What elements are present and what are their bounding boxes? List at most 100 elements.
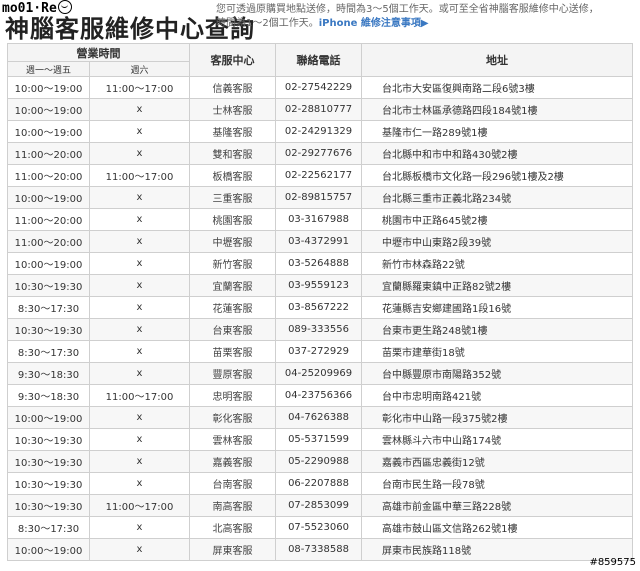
cell-saturday: x [89,362,190,385]
cell-phone: 04-25209969 [275,362,362,385]
cell-saturday: x [89,186,190,209]
table-row: 10:00～19:00 x 基隆客服 02-24291329 基隆市仁一路289號1樓 [7,120,633,143]
cell-address: 新竹市林森路22號 [361,252,633,275]
cell-center: 板橋客服 [189,164,276,187]
cell-saturday: x [89,472,190,495]
weekday-header: 週一～週五 [7,61,90,77]
cell-address: 高雄市前金區中華三路228號 [361,494,633,517]
cell-weekday: 10:00～19:00 [7,98,90,121]
cell-address: 台東市更生路248號1樓 [361,318,633,341]
cell-phone: 02-28810777 [275,98,362,121]
note-line-2-text: 時間為1～2個工作天。 [216,18,319,29]
cell-phone: 02-29277676 [275,142,362,165]
table-row: 10:30～19:30 x 嘉義客服 05-2290988 嘉義市西區忠義街12號 [7,450,633,473]
cell-address: 中壢市中山東路2段39號 [361,230,633,253]
cell-weekday: 10:30～19:30 [7,472,90,495]
cell-weekday: 10:00～19:00 [7,186,90,209]
cell-saturday: x [89,406,190,429]
cell-saturday: 11:00～17:00 [89,384,190,407]
repair-note: 您可透過原購買地點送修，時間為3～5個工作天。或可至全省神腦客服維修中心送修， … [216,3,599,31]
cell-address: 台北市士林區承德路四段184號1樓 [361,98,633,121]
cell-weekday: 11:00～20:00 [7,208,90,231]
table-row: 11:00～20:00 x 桃園客服 03-3167988 桃園市中正路645號2樓 [7,208,633,231]
cell-weekday: 11:00～20:00 [7,230,90,253]
cell-address: 桃園市中正路645號2樓 [361,208,633,231]
note-line-1: 您可透過原購買地點送修，時間為3～5個工作天。或可至全省神腦客服維修中心送修， [216,4,599,15]
cell-address: 雲林縣斗六市中山路174號 [361,428,633,451]
cell-phone: 03-4372991 [275,230,362,253]
iphone-link-text: iPhone 維修注意事項 [318,18,421,29]
cell-center: 中壢客服 [189,230,276,253]
cell-weekday: 8:30～17:30 [7,296,90,319]
table-row: 8:30～17:30 x 苗栗客服 037-272929 苗栗市建華街18號 [7,340,633,363]
watermark: #859575 [589,557,636,568]
iphone-repair-notes-link[interactable]: iPhone 維修注意事項▶ [319,18,429,29]
cell-address: 台北縣三重市正義北路234號 [361,186,633,209]
cell-weekday: 11:00～20:00 [7,142,90,165]
cell-weekday: 8:30～17:30 [7,340,90,363]
table-row: 11:00～20:00 x 中壢客服 03-4372991 中壢市中山東路2段39號 [7,230,633,253]
page-header: mo01·Re 神腦客服維修中心查詢 您可透過原購買地點送修，時間為3～5個工作… [0,0,640,43]
cell-saturday: x [89,538,190,561]
cell-address: 台南市民生路一段78號 [361,472,633,495]
cell-weekday: 9:30～18:30 [7,384,90,407]
cell-saturday: x [89,318,190,341]
table-row: 9:30～18:30 x 豐原客服 04-25209969 台中縣豐原市南陽路352號 [7,362,633,385]
cell-center: 豐原客服 [189,362,276,385]
cell-weekday: 10:00～19:00 [7,252,90,275]
cell-weekday: 11:00～20:00 [7,164,90,187]
table-row: 10:30～19:30 x 宜蘭客服 03-9559123 宜蘭縣羅東鎮中正路82號2樓 [7,274,633,297]
cell-center: 信義客服 [189,76,276,99]
table-row: 9:30～18:30 11:00～17:00 忠明客服 04-23756366 台中市忠… [7,384,633,407]
cell-phone: 02-89815757 [275,186,362,209]
cell-phone: 02-24291329 [275,120,362,143]
cell-saturday: x [89,120,190,143]
service-center-table: 營業時間 客服中心 聯絡電話 地址 週一～週五 週六 10:00～19:00 11… [7,43,633,561]
cell-phone: 04-7626388 [275,406,362,429]
cell-center: 雲林客服 [189,428,276,451]
cell-address: 苗栗市建華街18號 [361,340,633,363]
cell-phone: 03-3167988 [275,208,362,231]
cell-phone: 089-333556 [275,318,362,341]
cell-phone: 06-2207888 [275,472,362,495]
cell-saturday: x [89,230,190,253]
table-row: 10:00～19:00 x 士林客服 02-28810777 台北市士林區承德路四段18… [7,98,633,121]
phone-header: 聯絡電話 [275,43,362,77]
note-line-2: 時間為1～2個工作天。iPhone 維修注意事項▶ [216,17,599,31]
cell-phone: 02-27542229 [275,76,362,99]
cell-phone: 07-5523060 [275,516,362,539]
cell-address: 台北市大安區復興南路二段6號3樓 [361,76,633,99]
cell-saturday: x [89,142,190,165]
cell-weekday: 10:30～19:30 [7,318,90,341]
cell-saturday: 11:00～17:00 [89,76,190,99]
cell-center: 新竹客服 [189,252,276,275]
cell-center: 屏東客服 [189,538,276,561]
cell-center: 台南客服 [189,472,276,495]
table-row: 10:30～19:30 x 雲林客服 05-5371599 雲林縣斗六市中山路174號 [7,428,633,451]
cell-phone: 05-5371599 [275,428,362,451]
cell-phone: 03-5264888 [275,252,362,275]
cell-saturday: x [89,516,190,539]
cell-saturday: x [89,428,190,451]
table-row: 10:30～19:30 x 台南客服 06-2207888 台南市民生路一段78號 [7,472,633,495]
cell-center: 雙和客服 [189,142,276,165]
cell-address: 彰化市中山路一段375號2樓 [361,406,633,429]
cell-weekday: 10:00～19:00 [7,406,90,429]
table-row: 10:00～19:00 x 彰化客服 04-7626388 彰化市中山路一段375號2樓 [7,406,633,429]
hours-header: 營業時間 [7,43,190,62]
cell-center: 北高客服 [189,516,276,539]
cell-weekday: 9:30～18:30 [7,362,90,385]
cell-phone: 03-9559123 [275,274,362,297]
cell-address: 嘉義市西區忠義街12號 [361,450,633,473]
cell-phone: 07-2853099 [275,494,362,517]
cell-center: 忠明客服 [189,384,276,407]
table-row: 10:30～19:30 11:00～17:00 南高客服 07-2853099 高雄市前… [7,494,633,517]
cell-saturday: x [89,252,190,275]
cell-center: 桃園客服 [189,208,276,231]
cell-phone: 037-272929 [275,340,362,363]
cell-weekday: 8:30～17:30 [7,516,90,539]
cell-center: 宜蘭客服 [189,274,276,297]
cell-weekday: 10:30～19:30 [7,494,90,517]
cell-weekday: 10:00～19:00 [7,76,90,99]
cell-center: 嘉義客服 [189,450,276,473]
